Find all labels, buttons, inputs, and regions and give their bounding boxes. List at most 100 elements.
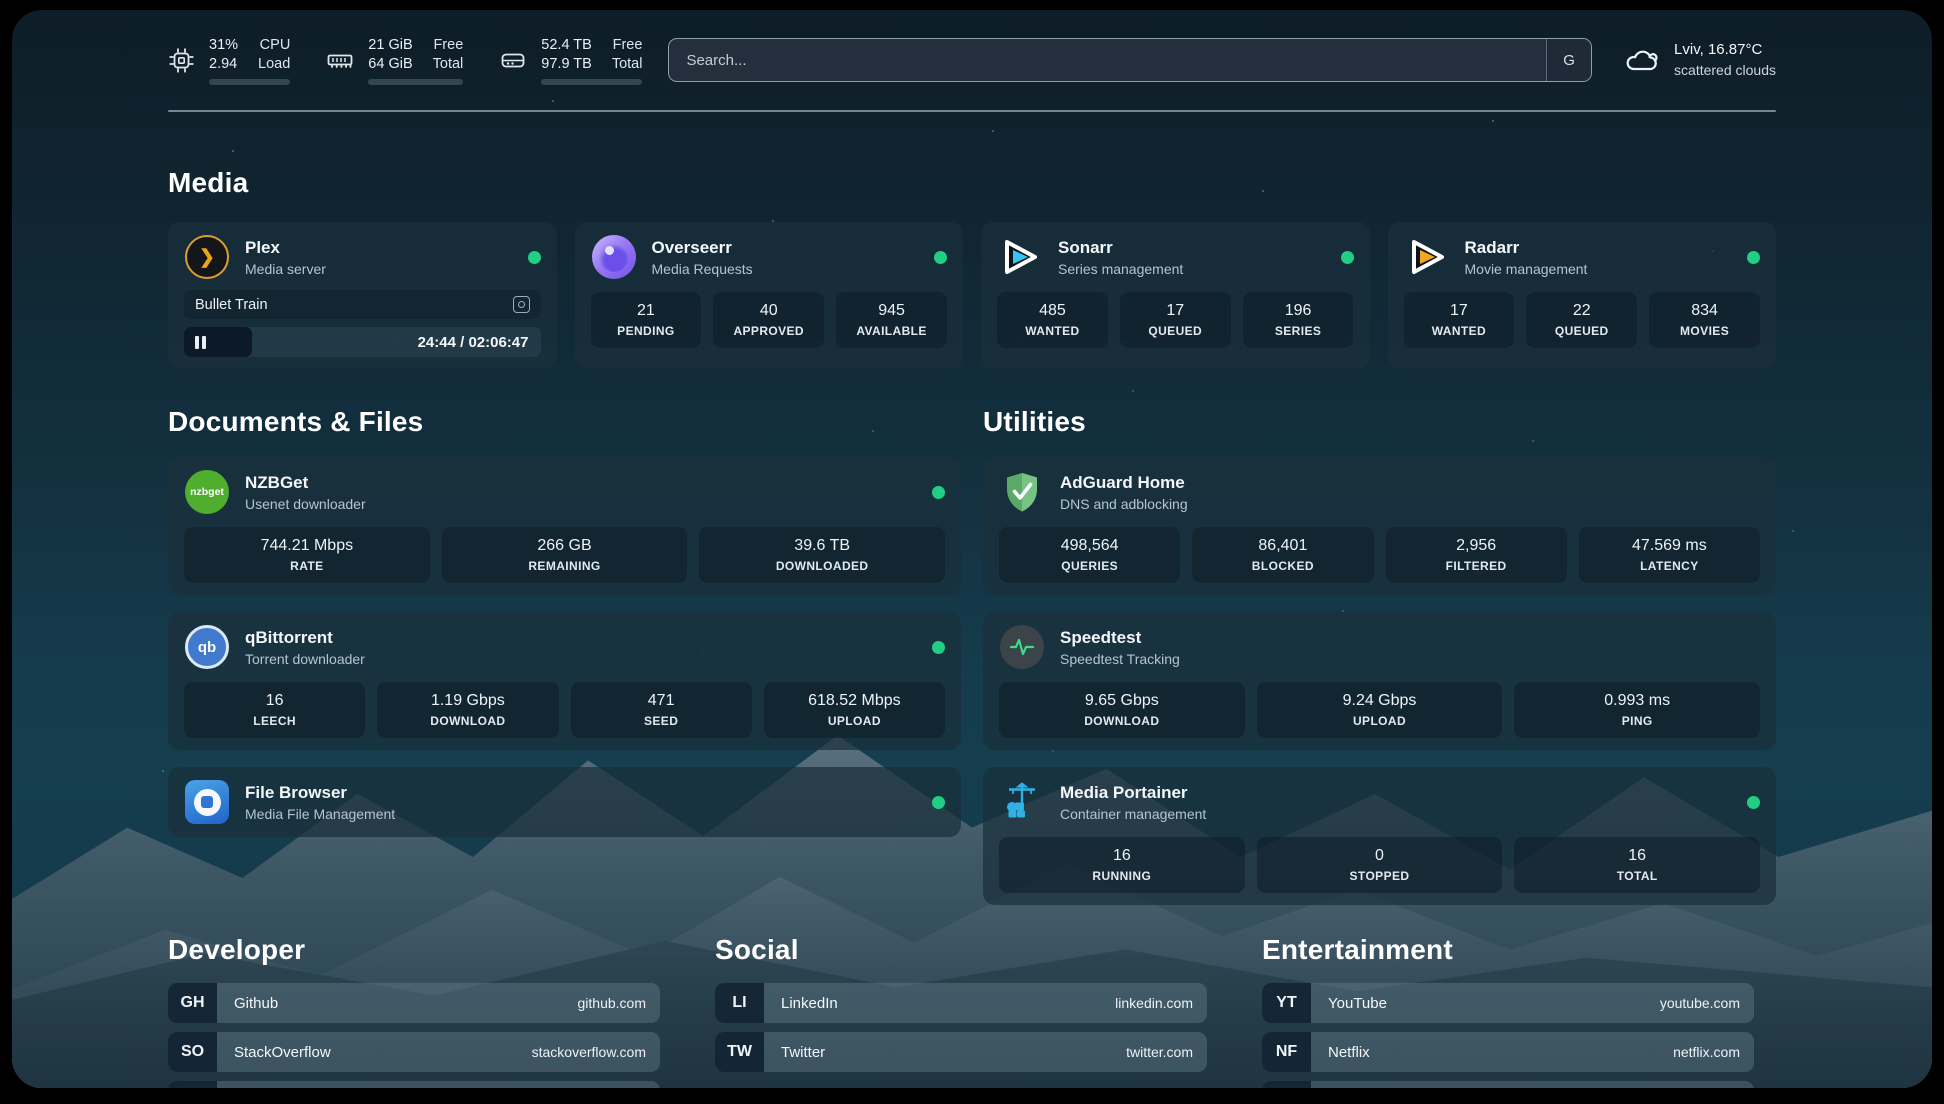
stat-value: 196 <box>1247 301 1350 321</box>
status-online-dot <box>1747 251 1760 264</box>
adguard-card[interactable]: AdGuard Home DNS and adblocking 498,564 … <box>983 457 1776 595</box>
stat-label: PING <box>1518 714 1756 728</box>
stat-value: 40 <box>717 301 820 321</box>
memory-free-label: Free <box>433 36 464 55</box>
status-online-dot <box>934 251 947 264</box>
stat-tile: 196 SERIES <box>1243 292 1354 348</box>
stat-tile: 86,401 BLOCKED <box>1192 527 1373 583</box>
stat-tile: 945 AVAILABLE <box>836 292 947 348</box>
stat-label: MOVIES <box>1653 324 1756 338</box>
now-playing-row: Bullet Train <box>184 290 541 319</box>
bookmark-youtube[interactable]: YT YouTube youtube.com <box>1262 983 1754 1023</box>
stat-label: STOPPED <box>1261 869 1499 883</box>
bookmark-name: Twitter <box>781 1044 825 1061</box>
stat-tile: 16 LEECH <box>184 682 365 738</box>
stat-tile: 471 SEED <box>571 682 752 738</box>
nzbget-card[interactable]: nzbget NZBGet Usenet downloader 744.21 M… <box>168 457 961 595</box>
qbittorrent-card[interactable]: qb qBittorrent Torrent downloader 16 LEE… <box>168 612 961 750</box>
radarr-icon <box>1404 234 1450 280</box>
stat-value: 47.569 ms <box>1583 536 1756 556</box>
stat-label: QUEUED <box>1124 324 1227 338</box>
bookmark-reddit[interactable]: RE Reddit reddit.com <box>1262 1081 1754 1088</box>
stat-value: 9.24 Gbps <box>1261 691 1499 711</box>
bookmark-name: LinkedIn <box>781 995 838 1012</box>
stat-value: 744.21 Mbps <box>188 536 426 556</box>
memory-progressbar <box>368 79 463 85</box>
disk-total: 97.9 TB <box>541 55 592 74</box>
cpu-load: 2.94 <box>209 55 238 74</box>
bookmark-dev[interactable]: DT DEV dev.to <box>168 1081 660 1088</box>
stat-label: DOWNLOADED <box>703 559 941 573</box>
system-stats: 31% CPU 2.94 Load <box>168 36 642 85</box>
stat-label: DOWNLOAD <box>1003 714 1241 728</box>
plex-card[interactable]: ❯ Plex Media server Bullet Train 24:44 / <box>168 222 557 369</box>
stat-tile: 9.65 Gbps DOWNLOAD <box>999 682 1245 738</box>
bookmark-url: twitter.com <box>1126 1044 1193 1060</box>
stat-label: UPLOAD <box>1261 714 1499 728</box>
stat-value: 834 <box>1653 301 1756 321</box>
cpu-percent: 31% <box>209 36 238 55</box>
stat-value: 1.19 Gbps <box>381 691 554 711</box>
stat-label: QUEUED <box>1530 324 1633 338</box>
bookmark-name: Github <box>234 995 278 1012</box>
bookmark-linkedin[interactable]: LI LinkedIn linkedin.com <box>715 983 1207 1023</box>
stat-tile: 498,564 QUERIES <box>999 527 1180 583</box>
qbittorrent-icon: qb <box>184 624 230 670</box>
disk-free: 52.4 TB <box>541 36 592 55</box>
stat-tile: 9.24 Gbps UPLOAD <box>1257 682 1503 738</box>
pause-icon[interactable] <box>195 336 206 349</box>
status-online-dot <box>932 486 945 499</box>
portainer-icon <box>999 779 1045 825</box>
search-engine-button[interactable]: G <box>1546 39 1591 81</box>
bookmark-netflix[interactable]: NF Netflix netflix.com <box>1262 1032 1754 1072</box>
disk-icon <box>499 47 527 74</box>
sonarr-card[interactable]: Sonarr Series management 485 WANTED 17 Q… <box>981 222 1370 369</box>
section-title-media: Media <box>168 166 1776 200</box>
stat-label: LEECH <box>188 714 361 728</box>
overseerr-card[interactable]: Overseerr Media Requests 21 PENDING 40 A… <box>575 222 964 369</box>
stat-tile: 1.19 Gbps DOWNLOAD <box>377 682 558 738</box>
radarr-card[interactable]: Radarr Movie management 17 WANTED 22 QUE… <box>1388 222 1777 369</box>
cpu-load-label: Load <box>258 55 290 74</box>
nzbget-icon: nzbget <box>184 469 230 515</box>
stat-tile: 22 QUEUED <box>1526 292 1637 348</box>
bookmark-abbr: LI <box>715 983 764 1023</box>
playback-progressbar[interactable]: 24:44 / 02:06:47 <box>184 327 541 357</box>
stat-value: 498,564 <box>1003 536 1176 556</box>
utilities-column: Utilities AdGuard Home DNS and <box>983 405 1776 905</box>
speedtest-card[interactable]: Speedtest Speedtest Tracking 9.65 Gbps D… <box>983 612 1776 750</box>
social-section: Social LI LinkedIn linkedin.com TW Twitt… <box>715 933 1207 1088</box>
bookmark-url: github.com <box>578 995 646 1011</box>
filebrowser-card[interactable]: File Browser Media File Management <box>168 767 961 837</box>
bookmark-name: StackOverflow <box>234 1044 331 1061</box>
bookmark-twitter[interactable]: TW Twitter twitter.com <box>715 1032 1207 1072</box>
stat-tile: 618.52 Mbps UPLOAD <box>764 682 945 738</box>
disk-progressbar <box>541 79 642 85</box>
stat-label: RUNNING <box>1003 869 1241 883</box>
stat-tile: 16 RUNNING <box>999 837 1245 893</box>
stat-value: 39.6 TB <box>703 536 941 556</box>
card-name: Radarr <box>1465 237 1588 258</box>
card-subtitle: Series management <box>1058 260 1183 278</box>
card-name: File Browser <box>245 782 395 803</box>
bookmark-github[interactable]: GH Github github.com <box>168 983 660 1023</box>
plex-icon: ❯ <box>184 234 230 280</box>
status-online-dot <box>528 251 541 264</box>
card-subtitle: Usenet downloader <box>245 495 366 513</box>
memory-total-label: Total <box>433 55 464 74</box>
stat-value: 16 <box>188 691 361 711</box>
sonarr-icon <box>997 234 1043 280</box>
stat-label: LATENCY <box>1583 559 1756 573</box>
filebrowser-icon <box>184 779 230 825</box>
disk-free-label: Free <box>612 36 643 55</box>
stat-label: RATE <box>188 559 426 573</box>
search-input[interactable] <box>669 39 1546 81</box>
stat-tile: 485 WANTED <box>997 292 1108 348</box>
card-name: Media Portainer <box>1060 782 1206 803</box>
memory-total: 64 GiB <box>368 55 412 74</box>
card-name: Speedtest <box>1060 627 1180 648</box>
cpu-icon <box>168 47 195 74</box>
portainer-card[interactable]: Media Portainer Container management 16 … <box>983 767 1776 905</box>
bookmark-abbr: YT <box>1262 983 1311 1023</box>
bookmark-stackoverflow[interactable]: SO StackOverflow stackoverflow.com <box>168 1032 660 1072</box>
